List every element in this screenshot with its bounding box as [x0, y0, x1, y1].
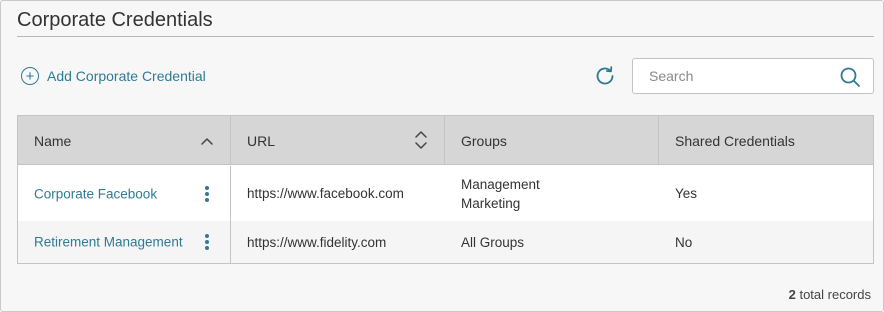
- refresh-icon[interactable]: [593, 64, 617, 88]
- search-icon[interactable]: [839, 66, 861, 88]
- column-header-name[interactable]: Name: [18, 116, 231, 165]
- column-header-label: Groups: [461, 132, 507, 149]
- table-header: Name URL Groups Shared Credentials: [18, 116, 873, 165]
- group-item: Management: [461, 176, 540, 192]
- column-header-label: Shared Credentials: [675, 132, 795, 149]
- table-row: Retirement Management https://www.fideli…: [18, 221, 873, 263]
- cell-url: https://www.facebook.com: [247, 186, 404, 201]
- credentials-table: Name URL Groups Shared Credentials Corpo…: [17, 115, 874, 264]
- cell-name: Corporate Facebook: [18, 166, 231, 221]
- column-header-groups: Groups: [445, 116, 659, 165]
- cell-url: https://www.fidelity.com: [247, 234, 387, 250]
- sort-ascending-icon: [201, 138, 213, 145]
- add-corporate-credential-button[interactable]: + Add Corporate Credential: [21, 65, 206, 87]
- plus-circle-icon: +: [21, 67, 39, 85]
- column-header-label: Name: [34, 132, 72, 149]
- kebab-menu-icon[interactable]: [202, 232, 212, 252]
- add-credential-label: Add Corporate Credential: [47, 68, 206, 84]
- group-item: Marketing: [461, 195, 521, 211]
- record-count-number: 2: [788, 287, 796, 302]
- search-box: [632, 58, 874, 94]
- cell-name: Retirement Management: [18, 221, 231, 263]
- search-input[interactable]: [633, 59, 833, 93]
- credential-name-link[interactable]: Retirement Management: [34, 235, 183, 250]
- page-frame: Corporate Credentials + Add Corporate Cr…: [0, 0, 884, 312]
- cell-shared: No: [675, 234, 693, 250]
- kebab-menu-icon[interactable]: [202, 184, 212, 204]
- group-item: All Groups: [461, 234, 525, 250]
- column-header-url[interactable]: URL: [231, 116, 445, 165]
- sort-toggle-icon: [415, 131, 427, 149]
- record-count-label: total records: [799, 287, 871, 302]
- title-divider: [17, 36, 874, 37]
- cell-shared: Yes: [675, 186, 698, 201]
- cell-groups: All Groups: [445, 221, 659, 263]
- cell-groups: Management Marketing: [445, 166, 659, 221]
- record-count: 2 total records: [789, 287, 871, 302]
- column-header-shared-credentials: Shared Credentials: [659, 116, 873, 165]
- credential-name-link[interactable]: Corporate Facebook: [34, 186, 157, 201]
- page-title: Corporate Credentials: [17, 9, 213, 31]
- table-row: Corporate Facebook https://www.facebook.…: [18, 166, 873, 221]
- column-header-label: URL: [247, 132, 276, 149]
